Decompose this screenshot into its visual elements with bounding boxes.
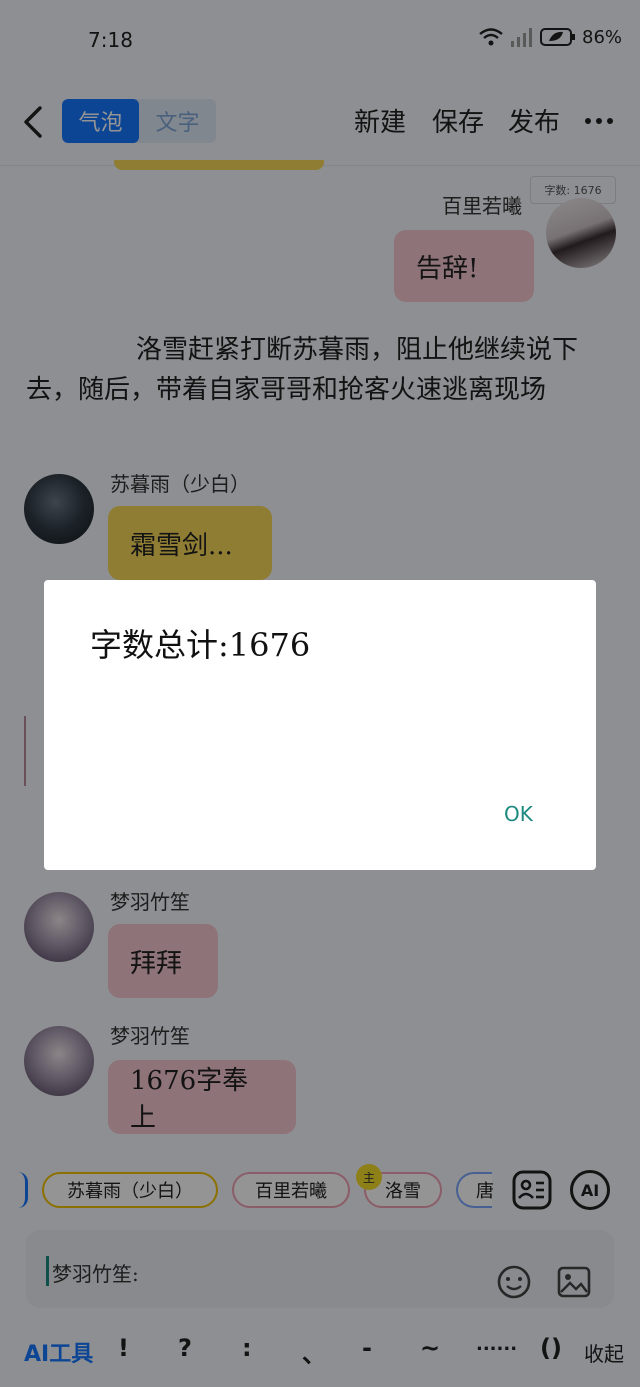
ok-button[interactable]: OK	[504, 802, 533, 826]
word-count-dialog: 字数总计:1676 OK	[44, 580, 596, 870]
dialog-message: 字数总计:1676	[90, 626, 311, 664]
